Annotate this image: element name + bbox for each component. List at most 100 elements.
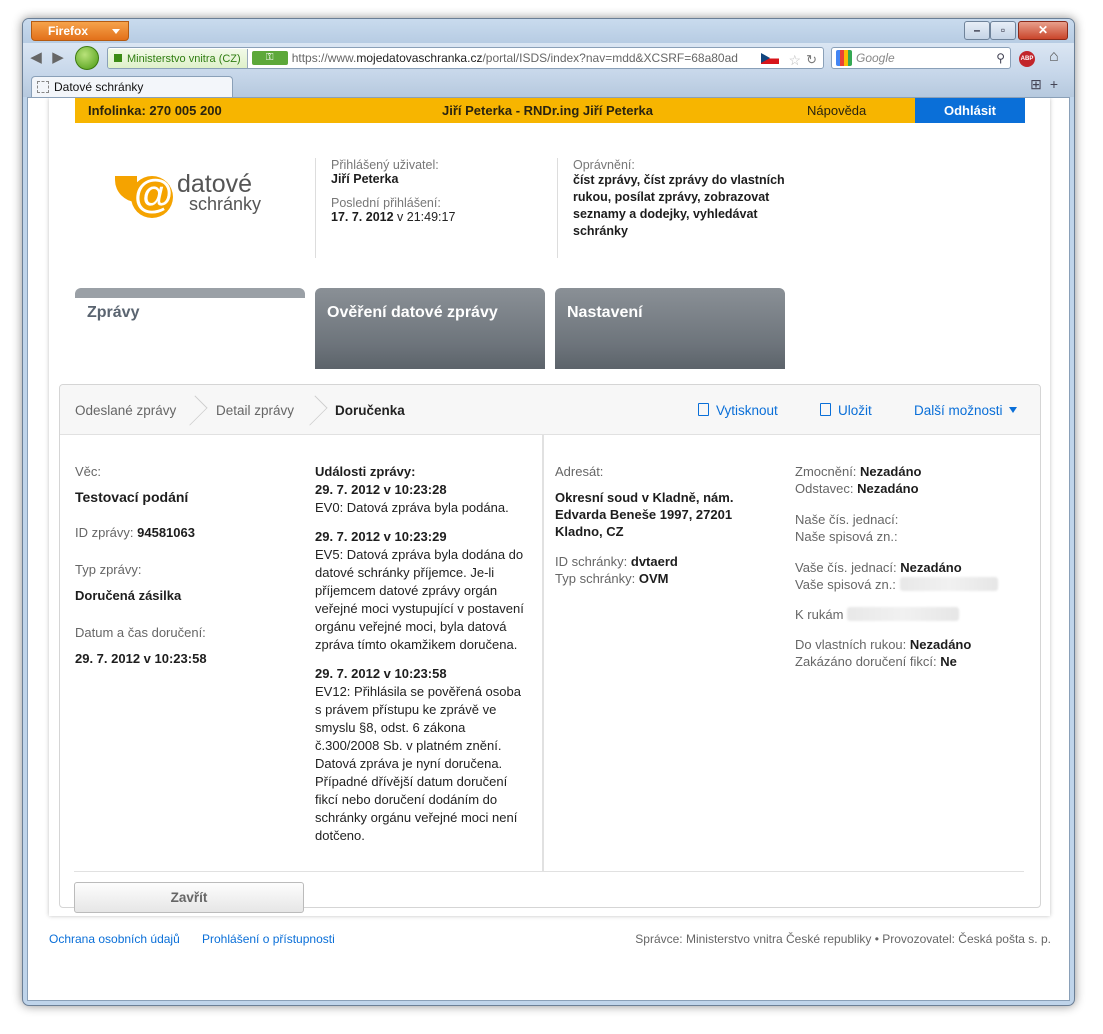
adblock-icon[interactable]: ABP [1019,51,1035,67]
event-time: 29. 7. 2012 v 10:23:29 [315,529,447,544]
last-login-time: v 21:49:17 [393,210,456,224]
bookmark-star-icon[interactable]: ☆ [788,50,801,68]
event-text: EV5: Datová zpráva byla dodána do datové… [315,547,524,652]
event-text: EV0: Datová zpráva byla podána. [315,500,509,515]
box-type-value: OVM [638,571,669,586]
delivery-receipt-panel: Odeslané zprávy Detail zprávy Doručenka … [59,384,1041,913]
permissions: Oprávnění: číst zprávy, číst zprávy do v… [557,158,807,258]
back-icon[interactable]: ◀ [27,49,45,67]
navigation-toolbar: ◀ ▶ Ministerstvo vnitra (CZ) ⚿ https://www… [23,43,1074,73]
accessibility-link[interactable]: Prohlášení o přístupnosti [202,932,335,946]
security-lock-icon[interactable] [75,46,99,70]
url-text[interactable]: https://www.mojedatovaschranka.cz/portal… [292,51,738,65]
print-icon [698,403,709,416]
recipient-label: Adresát: [555,464,604,479]
at-sign-icon [131,172,173,218]
tab-messages-label: Zprávy [87,304,140,321]
firefox-menu-button[interactable]: Firefox [31,21,129,41]
breadcrumb-separator [300,393,322,427]
new-tab-icon[interactable]: + [1050,76,1066,92]
tab-verification[interactable]: Ověření datové zprávy [315,288,545,369]
datove-schranky-logo[interactable]: datové schránky [115,170,275,220]
reload-icon[interactable]: ↻ [806,50,817,68]
our-file-label: Naše spisová zn.: [795,529,898,544]
save-button[interactable]: Uložit [820,403,872,418]
tab-title: Datové schránky [54,80,144,94]
authorization-value: Nezadáno [860,464,922,479]
google-icon[interactable] [836,50,852,66]
minimize-button[interactable]: – [964,21,990,40]
redacted-value [847,607,960,621]
print-button[interactable]: Vytisknout [698,403,778,418]
browser-tab[interactable]: Datové schránky [31,76,233,97]
search-icon[interactable]: ⚲ [996,48,1005,68]
page-container: Infolinka: 270 005 200 Jiří Peterka - RN… [49,98,1050,916]
key-icon[interactable]: ⚿ [251,51,288,65]
tab-settings-label: Nastavení [567,304,643,321]
message-type-label: Typ zprávy: [75,562,142,577]
tab-messages[interactable]: Zprávy [75,288,305,321]
breadcrumb-message-detail[interactable]: Detail zprávy [216,403,294,418]
event-time: 29. 7. 2012 v 10:23:58 [315,666,447,681]
user-info: Přihlášený uživatel: Jiří Peterka Posled… [315,158,545,258]
tab-groups-icon[interactable]: ⊞ [1030,76,1050,92]
save-icon [820,403,831,416]
box-id-value: dvtaerd [630,554,678,569]
your-ref-label: Vaše čís. jednací: [795,560,897,575]
event-text: EV12: Přihlásila se pověřená osoba s prá… [315,684,521,843]
page-content: Infolinka: 270 005 200 Jiří Peterka - RN… [27,97,1070,1001]
privacy-link[interactable]: Ochrana osobních údajů [49,932,180,946]
address-bar[interactable]: Ministerstvo vnitra (CZ) ⚿ https://www.moj… [107,47,824,69]
events-list: Události zprávy: 29. 7. 2012 v 10:23:28 … [315,463,527,845]
close-window-button[interactable]: ✕ [1018,21,1068,40]
breadcrumb-separator [180,393,202,427]
firefox-label: Firefox [48,24,89,38]
fiction-label: Zakázáno doručení fikcí: [795,654,937,669]
message-id-value: 94581063 [137,525,195,540]
infoline: Infolinka: 270 005 200 [88,103,222,118]
paragraph-value: Nezadáno [857,481,919,496]
home-icon[interactable]: ⌂ [1049,48,1059,66]
tab-verification-label: Ověření datové zprávy [327,304,498,321]
tab-tools: ⊞+ [1030,76,1066,93]
recipient-info: Adresát: Okresní soud v Kladně, nám. Edv… [555,463,755,587]
recipient-address: Okresní soud v Kladně, nám. Edvarda Bene… [555,490,734,539]
tab-settings[interactable]: Nastavení [555,288,785,369]
help-link[interactable]: Nápověda [807,98,866,123]
message-summary: Věc: Testovací podání ID zprávy: 9458106… [75,463,295,667]
personal-delivery-label: Do vlastních rukou: [795,637,907,652]
delivered-value: 29. 7. 2012 v 10:23:58 [75,651,207,666]
breadcrumb-receipt: Doručenka [335,403,405,418]
logo-text-bottom: schránky [189,194,262,214]
logged-user-label: Přihlášený uživatel: [331,158,439,172]
separator-line [74,871,1024,872]
last-login-label: Poslední přihlášení: [331,196,441,210]
more-options-button[interactable]: Další možnosti [914,403,1017,418]
authorization-label: Zmocnění: [795,464,857,479]
site-identity[interactable]: Ministerstvo vnitra (CZ) [108,49,248,68]
paragraph-label: Odstavec: [795,481,854,496]
fiction-value: Ne [940,654,957,669]
page-icon [37,81,49,93]
permissions-label: Oprávnění: [573,158,635,172]
delivered-label: Datum a čas doručení: [75,625,206,640]
search-bar[interactable]: Google ⚲ [831,47,1011,69]
our-ref-label: Naše čís. jednací: [795,512,899,527]
chevron-down-icon [1008,407,1017,413]
search-placeholder: Google [856,51,895,65]
breadcrumb-sent-messages[interactable]: Odeslané zprávy [75,403,176,418]
last-login-date: 17. 7. 2012 [331,210,394,224]
czech-flag-icon [761,53,779,64]
your-file-label: Vaše spisová zn.: [795,577,896,592]
subject-value: Testovací podání [75,489,189,505]
maximize-button[interactable]: ▫ [990,21,1016,40]
redacted-value [899,577,998,591]
box-type-label: Typ schránky: [555,571,636,586]
logged-user-name: Jiří Peterka - RNDr.ing Jiří Peterka [442,103,653,118]
logged-user-value: Jiří Peterka [331,172,399,186]
forward-icon[interactable]: ▶ [49,49,67,67]
browser-window: Firefox – ▫ ✕ ◀ ▶ Ministerstvo vnitra (C… [22,18,1075,1006]
close-button[interactable]: Zavřít [74,882,304,913]
subject-label: Věc: [75,464,102,479]
logout-button[interactable]: Odhlásit [915,98,1025,123]
